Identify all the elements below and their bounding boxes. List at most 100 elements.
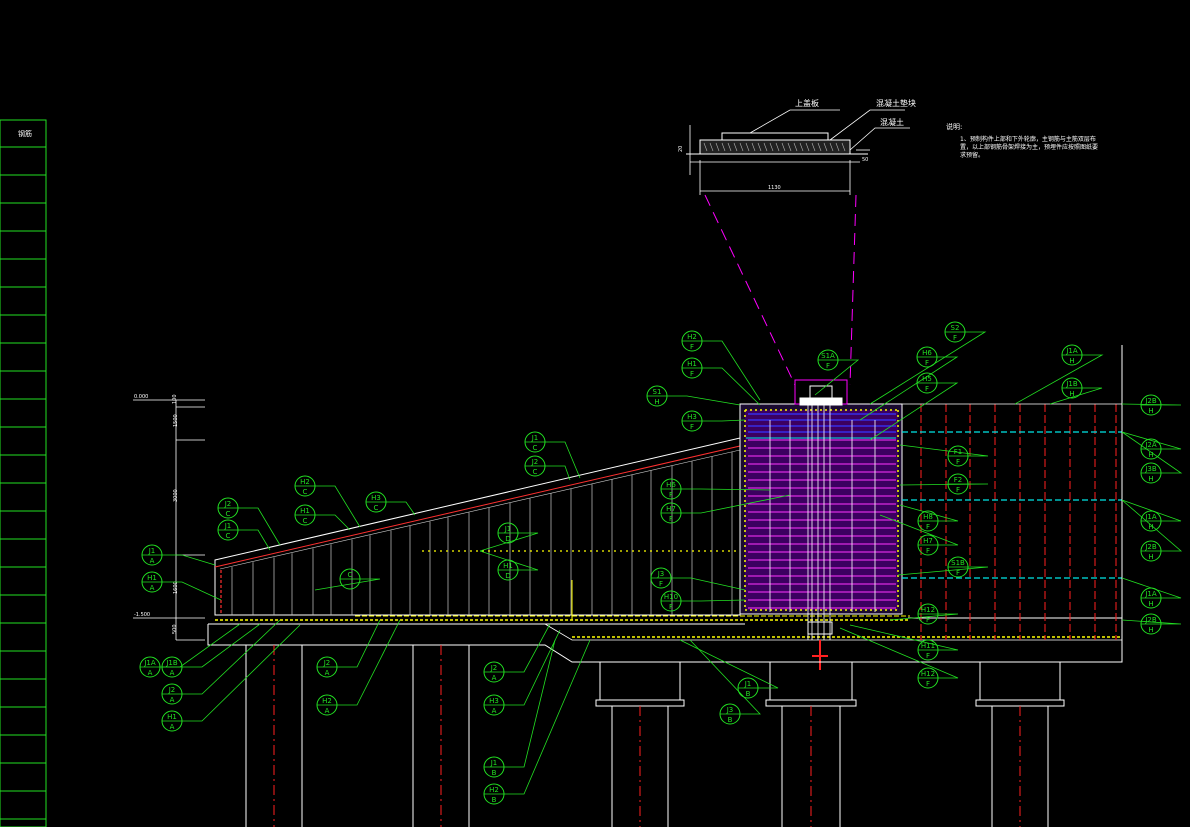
rebar-mark-id: J1 — [531, 434, 539, 442]
rebar-mark-type: A — [170, 696, 175, 704]
rebar-mark-bubble: H12 F — [917, 667, 939, 689]
rebar-mark-id: H5 — [922, 375, 932, 383]
rebar-mark-type: A — [170, 669, 175, 677]
rebar-mark-type: C — [374, 504, 379, 512]
rebar-mark-bubble: J1A H — [1140, 510, 1162, 532]
rebar-mark-id: F1 — [954, 448, 962, 456]
rebar-mark-id: S1A — [821, 352, 835, 360]
rebar-mark-id: H1 — [503, 562, 513, 570]
rebar-mark-id: S2 — [951, 324, 960, 332]
rebar-mark-type: F — [659, 580, 663, 588]
rebar-mark-bubble: H5 F — [916, 372, 938, 394]
rebar-mark-id: J1A — [1144, 590, 1157, 598]
rebar-mark-type: F — [925, 385, 929, 393]
rebar-mark-bubble: S1A F — [817, 349, 839, 371]
notes-heading: 说明: — [946, 122, 962, 131]
rebar-mark-bubble: H1 A — [141, 571, 163, 593]
rebar-mark-id: J2 — [490, 664, 498, 672]
rebar-mark-type: H — [654, 398, 659, 406]
rebar-mark-bubble: H7 F — [660, 502, 682, 524]
cad-drawing-canvas[interactable]: 钢筋 上盖板 混凝土垫块 混凝土 20 50 1130 说明: 0.000 -1… — [0, 0, 1190, 827]
rebar-mark-bubble: H8 F — [917, 510, 939, 532]
rebar-mark-id: J1 — [744, 680, 752, 688]
detail-dim-width: 1130 — [768, 185, 781, 191]
rebar-mark-type: F — [926, 652, 930, 660]
rebar-marks: H2FH1FS1HH3FS1AFS2FH6FH5FJ1AHJ1BHJ2BHJ1C… — [139, 321, 1162, 805]
rebar-mark-bubble: H1 D — [497, 559, 519, 581]
rebar-mark-type: C — [226, 532, 231, 540]
dim-500: 500 — [172, 624, 178, 634]
rebar-mark-id: J2 — [224, 500, 232, 508]
rebar-mark-id: J1B — [165, 659, 178, 667]
title-block-header: 钢筋 — [18, 129, 32, 138]
rebar-mark-bubble: J2B H — [1140, 394, 1162, 416]
rebar-mark-bubble: C — [339, 568, 361, 590]
rebar-mark-bubble: H1 F — [681, 357, 703, 379]
rebar-mark-id: J1 — [504, 525, 512, 533]
rebar-mark-type: F — [669, 603, 673, 611]
rebar-mark-bubble: H3 A — [483, 694, 505, 716]
rebar-mark-id: J1 — [224, 522, 232, 530]
rebar-mark-type: H — [1069, 357, 1074, 365]
rebar-mark-type: F — [956, 458, 960, 466]
rebar-mark-id: H11 — [921, 642, 935, 650]
rebar-mark-type: H — [1069, 390, 1074, 398]
rebar-mark-type: F — [826, 362, 830, 370]
rebar-mark-bubble: H10 F — [660, 590, 682, 612]
rebar-mark-bubble: H1 A — [161, 710, 183, 732]
rebar-mark-type: F — [690, 370, 694, 378]
rebar-mark-type: F — [956, 569, 960, 577]
rebar-mark-type: A — [492, 674, 497, 682]
rebar-mark-bubble: J2B H — [1140, 613, 1162, 635]
rebar-mark-bubble: H2 F — [681, 330, 703, 352]
rebar-mark-bubble: J1A H — [1061, 344, 1083, 366]
rebar-mark-bubble: H3 F — [681, 410, 703, 432]
rebar-mark-type: H — [1148, 407, 1153, 415]
rebar-mark-type: C — [226, 510, 231, 518]
rebar-mark-type: H — [1148, 626, 1153, 634]
rebar-mark-bubble: J1 C — [524, 431, 546, 453]
rebar-mark-id: J2B — [1144, 616, 1157, 624]
rebar-mark-id: J1A — [143, 659, 156, 667]
rebar-mark-bubble: J2 A — [483, 661, 505, 683]
rebar-mark-type: B — [492, 796, 497, 804]
detail-dim-side: 50 — [862, 157, 868, 163]
rebar-mark-bubble: J1 D — [497, 522, 519, 544]
rebar-mark-bubble: H11 F — [917, 639, 939, 661]
rebar-mark-type: H — [1148, 451, 1153, 459]
rebar-mark-id: H7 — [923, 537, 933, 545]
rebar-mark-id: H2 — [322, 697, 332, 705]
rebar-mark-id: J3 — [657, 570, 665, 578]
rebar-mark-type: H — [1148, 475, 1153, 483]
rebar-mark-type: A — [492, 707, 497, 715]
rebar-mark-id: J3 — [726, 706, 734, 714]
rebar-mark-bubble: J2 A — [161, 683, 183, 705]
rebar-mark-id: H2 — [489, 786, 499, 794]
rebar-mark-bubble: H2 B — [483, 783, 505, 805]
rebar-mark-type: D — [505, 535, 510, 543]
rebar-mark-bubble: H1 C — [294, 504, 316, 526]
rebar-mark-type: F — [669, 491, 673, 499]
detail-dim-depth: 20 — [678, 146, 684, 152]
rebar-mark-bubble: J1B H — [1061, 377, 1083, 399]
rebar-mark-type: D — [505, 572, 510, 580]
rebar-mark-bubble: H2 C — [294, 475, 316, 497]
rebar-mark-type: A — [150, 557, 155, 565]
dim-1500: 1500 — [173, 414, 179, 427]
rebar-mark-id: J2B — [1144, 397, 1157, 405]
rebar-mark-id: S1 — [653, 388, 662, 396]
rebar-mark-bubble: H12 F — [917, 603, 939, 625]
rebar-mark-bubble: H7 F — [917, 534, 939, 556]
rebar-mark-type: C — [533, 468, 538, 476]
rebar-mark-id: H12 — [921, 670, 935, 678]
rebar-mark-id: J2 — [323, 659, 331, 667]
rebar-mark-bubble: H6 F — [660, 478, 682, 500]
rebar-mark-type: F — [926, 616, 930, 624]
rebar-mark-type: F — [690, 423, 694, 431]
title-block — [0, 119, 47, 827]
rebar-mark-bubble: J3 F — [650, 567, 672, 589]
rebar-mark-id: J2B — [1144, 543, 1157, 551]
rebar-mark-bubble: J1A H — [1140, 587, 1162, 609]
rebar-mark-type: F — [925, 359, 929, 367]
rebar-mark-bubble: J2A H — [1140, 438, 1162, 460]
